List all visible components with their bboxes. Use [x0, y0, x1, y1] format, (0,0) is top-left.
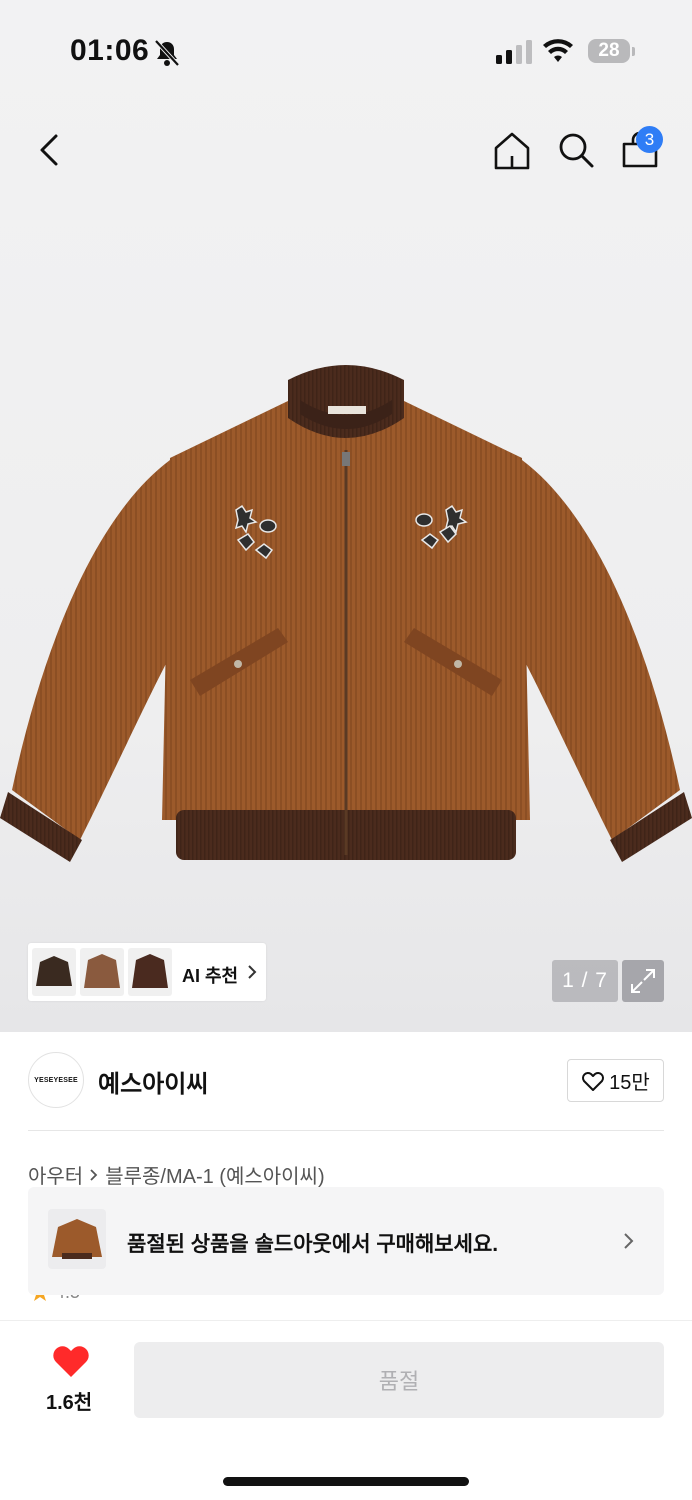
product-like-count: 1.6천 [46, 1392, 93, 1414]
battery-indicator: 28 [588, 39, 630, 63]
chevron-right-icon [90, 1168, 98, 1181]
ai-recommend-strip[interactable]: AI 추천 [28, 943, 266, 1001]
product-image[interactable] [0, 340, 692, 880]
brand-name[interactable]: 예스아이씨 [98, 1064, 208, 1099]
heart-icon[interactable] [52, 1345, 90, 1379]
signal-icon [496, 40, 532, 64]
cart-count-badge: 3 [636, 126, 663, 153]
search-icon[interactable] [554, 128, 598, 172]
soldout-button[interactable]: 품절 [134, 1342, 664, 1418]
chevron-right-icon [248, 965, 257, 979]
home-icon[interactable] [490, 128, 534, 172]
breadcrumb-category[interactable]: 아우터 [28, 1160, 83, 1189]
expand-icon[interactable] [622, 960, 664, 1002]
chevron-right-icon [624, 1233, 634, 1249]
wifi-icon [543, 39, 573, 62]
home-indicator [223, 1477, 469, 1486]
back-arrow-icon[interactable] [28, 128, 72, 172]
ai-thumb-1[interactable] [32, 948, 76, 996]
brand-like-count: 15만 [609, 1072, 650, 1094]
ai-thumb-2[interactable] [80, 948, 124, 996]
brand-logo[interactable]: YESEYESEE [28, 1052, 84, 1108]
breadcrumb-subcategory[interactable]: 블루종/MA-1 (예스아이씨) [105, 1160, 324, 1189]
toast-product-thumb [48, 1209, 106, 1269]
ai-recommend-label: AI 추천 [182, 966, 239, 986]
heart-outline-icon [582, 1071, 605, 1091]
ai-thumb-3[interactable] [128, 948, 172, 996]
toast-message: 품절된 상품을 솔드아웃에서 구매해보세요. [127, 1233, 499, 1256]
brand-like-button[interactable]: 15만 [567, 1059, 664, 1102]
bottom-bar-divider [0, 1320, 692, 1321]
bell-slash-icon [154, 39, 180, 67]
soldout-toast[interactable]: 품절된 상품을 솔드아웃에서 구매해보세요. [28, 1187, 664, 1295]
breadcrumb: 아우터 블루종/MA-1 (예스아이씨) [28, 1160, 325, 1189]
divider [28, 1130, 664, 1131]
image-counter: 1 / 7 [552, 960, 618, 1002]
status-time: 01:06 [70, 34, 150, 67]
battery-cap [632, 47, 635, 56]
